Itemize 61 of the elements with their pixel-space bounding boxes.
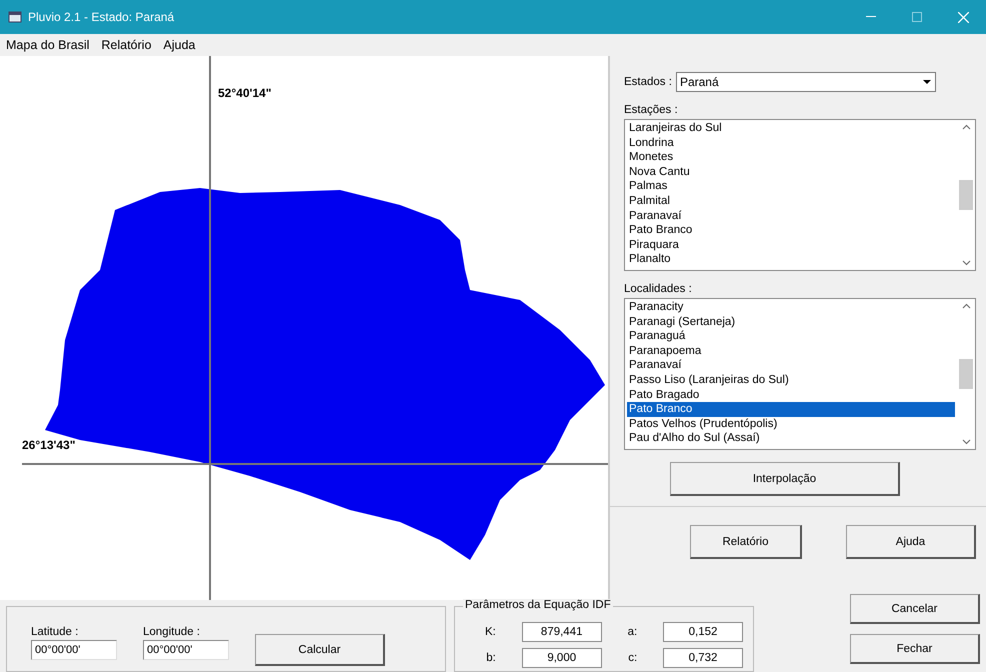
app-icon [8,11,22,23]
list-item[interactable]: Patos Velhos (Prudentópolis) [627,416,955,432]
close-icon [958,12,968,22]
list-item[interactable]: Paranacity [627,300,955,315]
list-box[interactable]: Laranjeiras do Sul Londrina Monetes Nova Cantu Palmas Palmital Paranavaí Pato Branco Piraquara Planalto [624,119,976,271]
calculate-button[interactable]: Calcular [255,634,385,666]
list-item[interactable]: Pau d'Alho do Sul (Assaí) [627,431,955,446]
list-item[interactable]: Monetes [627,150,955,165]
interpolation-button[interactable]: Interpolação [670,462,900,496]
scrollbar-thumb[interactable] [959,359,973,389]
help-button[interactable]: Ajuda [846,525,976,559]
coordinate-label: Longitude : [143,626,201,638]
list-item[interactable]: Paranapoema [627,344,955,358]
maximize-icon [912,12,922,22]
latitude-label: 26°13'43" [22,438,76,452]
scroll-down-icon[interactable] [962,439,970,445]
list-item[interactable]: Paranaguá [627,329,955,344]
states-label: Estados : [624,76,672,88]
window-title: Pluvio 2.1 - Estado: Paraná [28,10,176,24]
parameter-label: a: [628,626,638,638]
input-field[interactable]: 00°00'00' [31,640,117,660]
list-item[interactable]: Palmital [627,194,955,209]
input-field[interactable]: 879,441 [522,622,602,642]
list-item[interactable]: Palmas [627,179,955,194]
scroll-up-icon[interactable] [962,303,970,309]
list-item[interactable]: Paranagi (Sertaneja) [627,314,955,330]
parameter-label: K: [485,626,496,638]
list-item[interactable]: Pato Branco [627,402,955,417]
scroll-up-icon[interactable] [962,124,970,130]
cancel-button[interactable]: Cancelar [850,594,980,624]
list-item[interactable]: Passo Liso (Laranjeiras do Sul) [627,372,955,388]
parameter-label: b: [486,652,496,664]
group-title: Parâmetros da Equação IDF [463,599,613,611]
stations-label: Estações : [624,104,679,116]
scrollbar-thumb[interactable] [959,180,973,210]
menu-item[interactable]: Mapa do Brasil [0,38,96,52]
input-field[interactable]: 00°00'00' [143,640,229,660]
close-dialog-button[interactable]: Fechar [850,634,980,664]
state-dropdown[interactable]: Paraná [676,72,936,92]
list-item[interactable]: Paranavaí [627,358,955,373]
list-item[interactable]: Paranavaí [627,208,955,224]
input-field[interactable]: 9,000 [522,648,602,668]
report-button[interactable]: Relatório [690,525,802,559]
menu-item[interactable]: Relatório [95,38,158,52]
list-item[interactable]: Planalto [627,252,955,267]
list-item[interactable]: Laranjeiras do Sul [627,121,955,136]
list-box[interactable]: Paranacity Paranagi (Sertaneja) Paranaguá Paranapoema Paranavaí Passo Liso (Laranjeiras do Sul) Pato Bragado Pato Branco Patos Velhos (Prudentópolis) Pau d'Alho do Sul (Assaí) [624,298,976,450]
scroll-down-icon[interactable] [962,260,970,266]
list-item[interactable]: Piraquara [627,238,955,252]
list-item[interactable]: Londrina [627,136,955,150]
input-field[interactable]: 0,152 [663,622,743,642]
coordinate-label: Latitude : [31,626,80,638]
longitude-label: 52°40'14" [218,86,272,100]
parameter-label: c: [628,652,638,664]
input-field[interactable]: 0,732 [663,648,743,668]
minimize-icon [866,16,876,18]
list-item[interactable]: Pato Bragado [627,388,955,402]
localities-label: Localidades : [624,283,693,295]
list-item[interactable]: Nova Cantu [627,164,955,180]
menu-item[interactable]: Ajuda [157,38,202,52]
list-item[interactable]: Pato Branco [627,223,955,238]
